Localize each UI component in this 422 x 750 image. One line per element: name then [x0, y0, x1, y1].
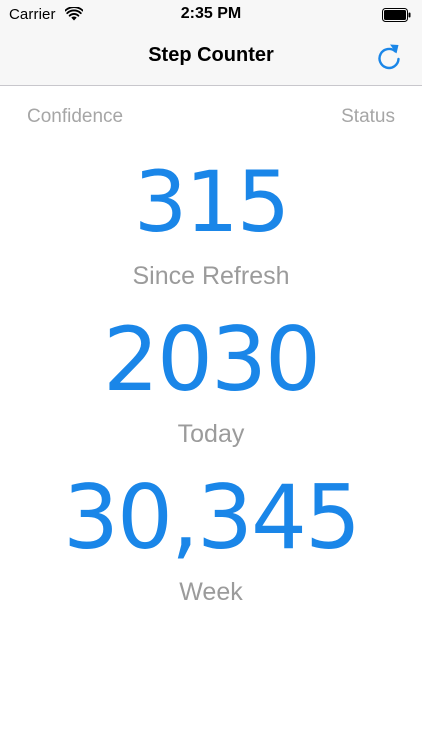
status-label: Status	[341, 106, 395, 127]
today-caption: Today	[177, 420, 245, 448]
since-refresh-caption: Since Refresh	[132, 262, 290, 290]
week-caption: Week	[179, 578, 243, 606]
confidence-label: Confidence	[27, 106, 124, 127]
refresh-button[interactable]	[374, 41, 404, 73]
refresh-icon	[378, 44, 400, 70]
today-count: 2030	[103, 308, 321, 411]
week-count: 30,345	[63, 466, 361, 569]
navigation-bar: Step Counter	[0, 30, 422, 86]
status-time: 2:35 PM	[180, 5, 242, 22]
status-bar: Carrier 2:35 PM	[0, 0, 422, 30]
battery-icon	[382, 8, 411, 22]
page-title: Step Counter	[148, 44, 274, 66]
since-refresh-count: 315	[133, 153, 290, 251]
